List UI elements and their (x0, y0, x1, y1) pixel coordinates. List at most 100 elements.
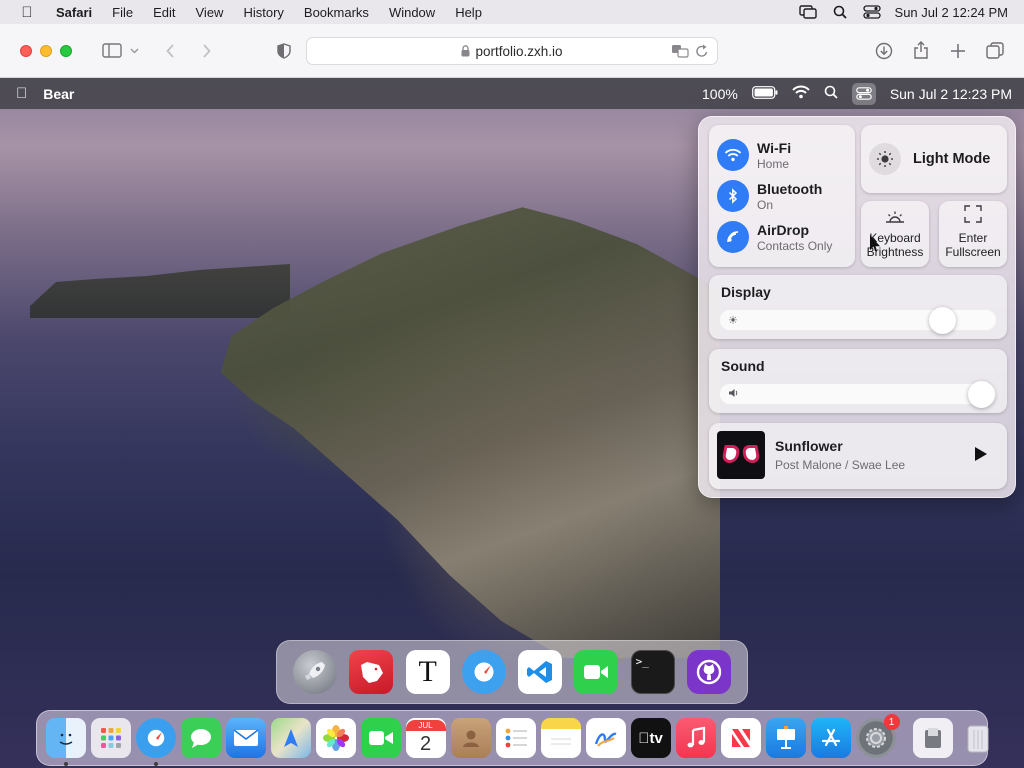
facetime-icon[interactable] (360, 718, 401, 758)
back-button-icon[interactable] (156, 37, 184, 65)
address-bar[interactable]: portfolio.zxh.io (306, 37, 718, 65)
typora-app-icon[interactable]: T (405, 650, 450, 694)
system-settings-icon[interactable]: 1 (855, 714, 900, 758)
sidebar-toggle-icon[interactable] (98, 37, 126, 65)
share-icon[interactable] (907, 36, 935, 64)
display-brightness-slider[interactable]: ☀ (719, 307, 997, 334)
lock-icon (461, 45, 470, 57)
messages-icon[interactable] (180, 718, 221, 758)
wifi-title: Wi-Fi (757, 139, 792, 156)
launchpad-app-icon[interactable] (293, 650, 338, 694)
github-app-icon[interactable] (686, 650, 731, 694)
volume-slider-fill (720, 384, 982, 404)
wifi-toggle[interactable]: Wi-Fi Home (717, 139, 791, 171)
portfolio-app-name[interactable]: Bear (43, 86, 74, 102)
contacts-icon[interactable] (450, 718, 491, 758)
portfolio-clock[interactable]: Sun Jul 2 12:23 PM (890, 86, 1012, 102)
sound-tile: Sound (709, 349, 1007, 413)
portfolio-dock: T >_ (276, 640, 748, 704)
downloads-icon[interactable] (870, 37, 898, 65)
bear-app-icon[interactable] (349, 650, 394, 694)
volume-slider-knob[interactable] (967, 381, 995, 408)
enter-fullscreen-button[interactable]: Enter Fullscreen (939, 201, 1007, 267)
freeform-icon[interactable] (585, 718, 626, 758)
calendar-icon[interactable]: JUL 2 (405, 718, 446, 758)
tv-label: tv (643, 729, 662, 747)
translate-icon[interactable] (671, 43, 689, 62)
maps-icon[interactable] (270, 718, 311, 758)
finder-running-dot (63, 762, 68, 766)
calendar-day: 2 (419, 732, 432, 755)
apple-tv-icon[interactable]: tv (630, 718, 671, 758)
host-dock: JUL 2 tv 1 (36, 710, 988, 766)
window-controls (20, 44, 72, 57)
menu-view[interactable]: View (186, 5, 234, 20)
play-icon[interactable] (975, 447, 987, 461)
fullscreen-icon (964, 205, 982, 226)
music-icon[interactable] (675, 718, 716, 758)
downloads-stack-icon[interactable] (912, 718, 953, 758)
facetime-app-icon[interactable] (574, 650, 619, 694)
menu-edit[interactable]: Edit (143, 5, 185, 20)
light-mode-toggle[interactable]: Light Mode (861, 125, 1007, 193)
address-url: portfolio.zxh.io (475, 43, 563, 59)
mail-icon[interactable] (225, 718, 266, 758)
close-window-button[interactable] (20, 44, 32, 57)
minimize-window-button[interactable] (40, 44, 52, 57)
chevron-down-icon[interactable] (126, 37, 142, 65)
screen-mirroring-icon[interactable] (798, 5, 817, 19)
wifi-status-icon[interactable] (792, 85, 810, 102)
launchpad-icon[interactable] (90, 718, 131, 758)
menu-window[interactable]: Window (379, 5, 445, 20)
menu-app-name[interactable]: Safari (46, 5, 102, 20)
safari-icon[interactable] (135, 718, 176, 766)
trash-icon[interactable] (958, 718, 998, 758)
reload-icon[interactable] (695, 43, 709, 62)
portfolio-control-center-button[interactable] (851, 82, 876, 105)
host-menubar:  Safari File Edit View History Bookmark… (0, 0, 1024, 24)
portfolio-search-icon[interactable] (824, 85, 838, 102)
bluetooth-toggle[interactable]: Bluetooth On (717, 180, 822, 212)
calendar-month: JUL (405, 719, 446, 731)
portfolio-menubar:  Bear 100% Sun Jul 2 12:23 PM (0, 78, 1024, 109)
address-bar-actions (671, 43, 709, 62)
connectivity-tile: Wi-Fi Home Bluetooth On AirDrop Contacts… (709, 125, 855, 267)
song-title: Sunflower (775, 438, 843, 454)
airdrop-status: Contacts Only (757, 238, 833, 253)
menu-history[interactable]: History (233, 5, 293, 20)
menu-file[interactable]: File (102, 5, 143, 20)
menu-bookmarks[interactable]: Bookmarks (294, 5, 379, 20)
terminal-app-icon[interactable]: >_ (630, 650, 675, 694)
tab-overview-icon[interactable] (981, 37, 1009, 65)
volume-slider[interactable] (719, 381, 997, 408)
app-store-icon[interactable] (810, 718, 851, 758)
display-slider-knob[interactable] (928, 307, 956, 334)
new-tab-icon[interactable] (944, 37, 972, 65)
photos-icon[interactable] (315, 718, 356, 758)
vscode-app-icon[interactable] (518, 650, 563, 694)
web-content:  Bear 100% Sun Jul 2 12:23 PM (0, 78, 1024, 768)
zoom-window-button[interactable] (60, 44, 72, 57)
keyboard-brightness-icon (885, 211, 905, 226)
privacy-shield-icon[interactable] (270, 37, 298, 65)
notes-icon[interactable] (540, 718, 581, 758)
airdrop-toggle[interactable]: AirDrop Contacts Only (717, 221, 832, 253)
portfolio-apple-icon[interactable]:  (16, 85, 27, 102)
keyboard-brightness-button[interactable]: Keyboard Brightness (861, 201, 929, 267)
host-clock[interactable]: Sun Jul 2 12:24 PM (895, 5, 1008, 20)
control-center-icon[interactable] (862, 5, 881, 19)
safari-toolbar: portfolio.zxh.io (0, 24, 1024, 78)
reminders-icon[interactable] (495, 718, 536, 758)
tv-apple-glyph:  (638, 730, 649, 747)
menu-help[interactable]: Help (445, 5, 492, 20)
keynote-icon[interactable] (765, 718, 806, 758)
finder-icon[interactable] (45, 718, 86, 766)
apple-logo-icon[interactable]:  (16, 4, 38, 21)
control-center-panel: Wi-Fi Home Bluetooth On AirDrop Contacts… (698, 116, 1016, 498)
spotlight-search-icon[interactable] (831, 5, 849, 19)
battery-icon[interactable] (751, 85, 778, 102)
song-artist: Post Malone / Swae Lee (775, 458, 906, 472)
news-icon[interactable] (720, 718, 761, 758)
forward-button-icon[interactable] (192, 37, 220, 65)
safari-dock-icon[interactable] (461, 650, 506, 694)
